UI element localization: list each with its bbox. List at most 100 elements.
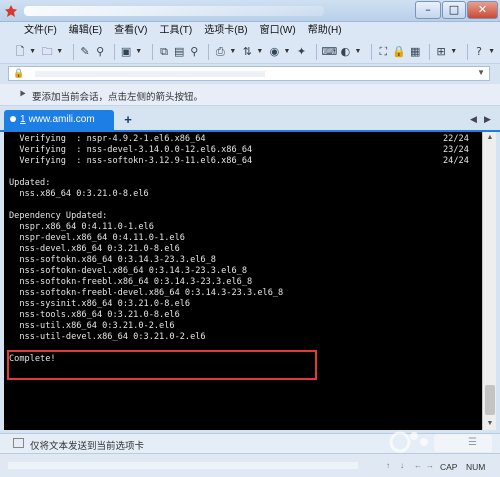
window-title — [24, 6, 324, 16]
fullscreen-icon[interactable]: ⛶ — [377, 44, 389, 59]
toolbar-divider — [315, 43, 317, 60]
script-icon[interactable]: ✦ — [295, 44, 307, 59]
keyboard-icon[interactable]: ⌨ — [321, 44, 337, 59]
add-icon[interactable]: ⊞ — [435, 44, 447, 59]
menu-tabs[interactable]: 选项卡(B) — [198, 22, 253, 40]
tab-session[interactable]: 1 www.amili.com — [4, 110, 114, 130]
chevron-down-icon[interactable]: ▼ — [29, 48, 36, 55]
terminal-scrollbar[interactable]: ▲ ▼ — [482, 132, 496, 430]
lock-icon: 🔒 — [13, 68, 25, 78]
toolbar-divider — [371, 43, 373, 60]
terminal-line: nss-tools.x86_64 0:3.21.0-8.el6 — [9, 310, 482, 321]
terminal-line-text: nspr.x86_64 0:4.11.0-1.el6 — [9, 222, 154, 232]
menu-view[interactable]: 查看(V) — [108, 22, 153, 40]
toolbar-divider — [114, 43, 116, 60]
chevron-down-icon[interactable]: ▼ — [56, 48, 63, 55]
chevron-down-icon[interactable]: ▼ — [488, 48, 495, 55]
terminal-line: nss.x86_64 0:3.21.0-8.el6 — [9, 189, 482, 200]
terminal-line-text: nss-softokn-freebl-devel.x86_64 0:3.14.3… — [9, 288, 284, 298]
status-dot-icon — [10, 116, 16, 122]
terminal-line: nspr-devel.x86_64 0:4.11.0-1.el6 — [9, 233, 482, 244]
terminal-line-text: Verifying : nspr-4.9.2-1.el6.x86_64 — [9, 134, 206, 144]
tab-scroll-left-icon[interactable]: ◀ — [470, 114, 477, 125]
terminal-line: Dependency Updated: — [9, 211, 482, 222]
terminal-line-text: nss-softokn-devel.x86_64 0:3.14.3-23.3.e… — [9, 266, 247, 276]
chevron-down-icon[interactable]: ▼ — [256, 48, 263, 55]
terminal-line: nss-util-devel.x86_64 0:3.21.0-2.el6 — [9, 332, 482, 343]
terminal-line-text: nss-util.x86_64 0:3.21.0-2.el6 — [9, 321, 175, 331]
minimize-button[interactable]: – — [415, 1, 441, 19]
print-icon[interactable]: ⎙ — [214, 44, 226, 59]
tab-label: www.amili.com — [28, 114, 95, 125]
globe-icon[interactable]: ◉ — [268, 44, 280, 59]
app-logo-icon — [5, 5, 17, 17]
toolbar-divider — [152, 43, 153, 60]
chevron-down-icon[interactable]: ▼ — [283, 48, 290, 55]
session-hint: 要添加当前会话，点击左侧的箭头按钮。 — [32, 92, 204, 103]
chevron-down-icon[interactable]: ▼ — [450, 48, 457, 55]
watermark-logo — [389, 431, 492, 453]
toolbar-divider — [429, 43, 431, 60]
title-bar: – □ ✕ — [0, 0, 500, 22]
scroll-up-icon[interactable]: ▲ — [483, 132, 497, 144]
status-text — [8, 462, 358, 469]
keyboard-icon[interactable] — [13, 438, 24, 448]
terminal-line-text: Dependency Updated: — [9, 211, 108, 221]
maximize-button[interactable]: □ — [442, 1, 466, 19]
toolbar-divider — [467, 43, 468, 60]
help-icon[interactable]: ? — [473, 44, 485, 59]
terminal-line: Verifying : nspr-4.9.2-1.el6.x86_64 22/24 — [9, 134, 482, 145]
chevron-down-icon[interactable]: ▼ — [229, 48, 236, 55]
terminal-lines: Verifying : nspr-4.9.2-1.el6.x86_64 22/24… — [9, 134, 482, 365]
terminal-line-text: nss-util-devel.x86_64 0:3.21.0-2.el6 — [9, 332, 206, 342]
connect-icon[interactable]: ✎ — [79, 44, 91, 59]
close-button[interactable]: ✕ — [467, 1, 498, 19]
terminal-line-text: nss-softokn.x86_64 0:3.14.3-23.3.el6_8 — [9, 255, 216, 265]
menu-tools[interactable]: 工具(T) — [153, 22, 198, 40]
terminal-line-text: nspr-devel.x86_64 0:4.11.0-1.el6 — [9, 233, 185, 243]
terminal-line-text: nss-devel.x86_64 0:3.21.0-8.el6 — [9, 244, 180, 254]
paste-icon[interactable]: ▤ — [173, 44, 185, 59]
tab-scroll-right-icon[interactable]: ▶ — [484, 114, 491, 125]
highlight-annotation — [7, 350, 317, 380]
session-bar: ⯈ 要添加当前会话，点击左侧的箭头按钮。 — [0, 84, 500, 106]
transfer-icon[interactable]: ⇅ — [241, 44, 253, 59]
menu-edit[interactable]: 编辑(E) — [63, 22, 108, 40]
open-folder-icon[interactable]: 🗀 — [41, 44, 53, 59]
chevron-down-icon[interactable]: ▼ — [135, 48, 142, 55]
terminal-line-text: nss-softokn-freebl.x86_64 0:3.14.3-23.3.… — [9, 277, 253, 287]
tab-bar: 1 www.amili.com + ◀ ▶ — [0, 108, 500, 130]
chevron-down-icon[interactable]: ▼ — [355, 48, 362, 55]
terminal-line-progress: 23/24 — [443, 145, 469, 155]
menu-bar: 文件(F) 编辑(E) 查看(V) 工具(T) 选项卡(B) 窗口(W) 帮助(… — [0, 22, 500, 40]
send-label[interactable]: 仅将文本发送到当前选项卡 — [30, 438, 144, 452]
terminal-output[interactable]: Verifying : nspr-4.9.2-1.el6.x86_64 22/24… — [4, 132, 482, 430]
terminal-line: nss-softokn-freebl.x86_64 0:3.14.3-23.3.… — [9, 277, 482, 288]
terminal-line: Updated: — [9, 178, 482, 189]
terminal-line-progress: 24/24 — [443, 156, 469, 166]
terminal-line-text: nss-tools.x86_64 0:3.21.0-8.el6 — [9, 310, 180, 320]
new-tab-button[interactable]: + — [120, 112, 136, 128]
terminal-line: nss-sysinit.x86_64 0:3.21.0-8.el6 — [9, 299, 482, 310]
lock-icon[interactable]: 🔒 — [392, 44, 406, 59]
menu-file[interactable]: 文件(F) — [18, 22, 63, 40]
layout-icon[interactable]: ▦ — [409, 44, 421, 59]
chevron-down-icon[interactable]: ▼ — [477, 68, 485, 77]
terminal-line: nss-softokn.x86_64 0:3.14.3-23.3.el6_8 — [9, 255, 482, 266]
menu-help[interactable]: 帮助(H) — [302, 22, 348, 40]
new-session-icon[interactable]: 🗋 — [14, 44, 26, 59]
session-arrow-icon[interactable]: ⯈ — [18, 89, 27, 102]
toolbar: 🗋 ▼ 🗀 ▼ ✎ ⚲ ▣ ▼ ⧉ ▤ ⚲ ⎙ ▼ ⇅ ▼ ◉ ▼ ✦ ⌨ ◐ ▼ ⛶ 🔒 ▦… — [0, 40, 500, 64]
chat-icon[interactable]: ◐ — [339, 44, 351, 59]
menu-window[interactable]: 窗口(W) — [254, 22, 302, 40]
address-text — [35, 71, 265, 77]
copy-icon[interactable]: ⧉ — [158, 44, 170, 59]
disconnect-icon[interactable]: ⚲ — [94, 44, 106, 59]
find-icon[interactable]: ⚲ — [188, 44, 200, 59]
terminal-line: nss-softokn-freebl-devel.x86_64 0:3.14.3… — [9, 288, 482, 299]
address-bar[interactable]: 🔒 ▼ — [8, 66, 490, 81]
properties-icon[interactable]: ▣ — [120, 44, 132, 59]
scroll-thumb[interactable] — [485, 385, 495, 415]
